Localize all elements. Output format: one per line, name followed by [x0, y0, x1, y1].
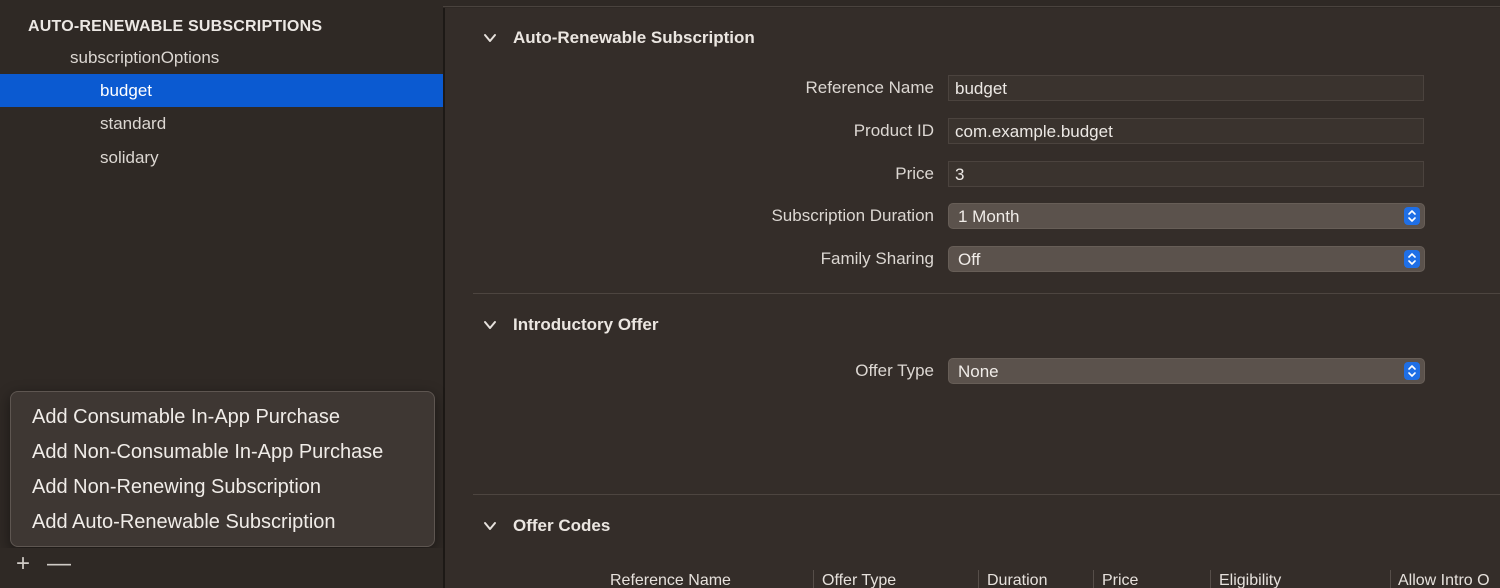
- column-header-allow-intro[interactable]: Allow Intro O: [1398, 572, 1490, 588]
- section-title-introductory-offer: Introductory Offer: [513, 315, 659, 334]
- chevron-down-icon[interactable]: [483, 519, 497, 533]
- product-id-label: Product ID: [853, 121, 934, 140]
- sidebar-item-solidary[interactable]: solidary: [0, 141, 443, 174]
- up-down-chevron-icon: [1404, 207, 1420, 225]
- sidebar-item-budget[interactable]: budget: [0, 74, 443, 107]
- chevron-down-icon[interactable]: [483, 318, 497, 332]
- up-down-chevron-icon: [1404, 362, 1420, 380]
- sidebar-item-standard[interactable]: standard: [0, 107, 443, 140]
- column-header-eligibility[interactable]: Eligibility: [1219, 572, 1281, 588]
- menu-item-add-consumable[interactable]: Add Consumable In-App Purchase: [32, 406, 340, 429]
- section-title-auto-renewable: Auto-Renewable Subscription: [513, 28, 755, 47]
- popup-value: 1 Month: [958, 207, 1020, 226]
- menu-item-add-auto-renewable[interactable]: Add Auto-Renewable Subscription: [32, 511, 336, 534]
- family-sharing-popup[interactable]: Off: [948, 246, 1425, 272]
- column-header-offer-type[interactable]: Offer Type: [822, 572, 896, 588]
- plus-icon[interactable]: +: [11, 550, 35, 578]
- sidebar-item-label: solidary: [100, 148, 159, 167]
- add-item-menu: Add Consumable In-App Purchase Add Non-C…: [10, 391, 435, 547]
- family-sharing-label: Family Sharing: [820, 249, 934, 268]
- popup-value: None: [958, 362, 999, 381]
- section-title-offer-codes: Offer Codes: [513, 516, 611, 535]
- section-separator: [473, 494, 1500, 495]
- menu-item-add-non-consumable[interactable]: Add Non-Consumable In-App Purchase: [32, 441, 383, 464]
- offer-type-popup[interactable]: None: [948, 358, 1425, 384]
- column-separator[interactable]: [1210, 570, 1211, 588]
- product-id-field[interactable]: com.example.budget: [948, 118, 1424, 144]
- section-separator: [473, 293, 1500, 294]
- chevron-down-icon[interactable]: [483, 31, 497, 45]
- column-separator[interactable]: [1093, 570, 1094, 588]
- column-header-reference-name[interactable]: Reference Name: [610, 572, 731, 588]
- reference-name-label: Reference Name: [805, 78, 934, 97]
- offer-type-label: Offer Type: [855, 361, 934, 380]
- menu-item-add-non-renewing[interactable]: Add Non-Renewing Subscription: [32, 476, 321, 499]
- column-header-price[interactable]: Price: [1102, 572, 1138, 588]
- minus-icon[interactable]: —: [47, 550, 71, 578]
- sidebar-item-label: budget: [100, 81, 152, 100]
- price-field[interactable]: 3: [948, 161, 1424, 187]
- sidebar-group-header: AUTO-RENEWABLE SUBSCRIPTIONS: [28, 18, 323, 35]
- subscription-duration-popup[interactable]: 1 Month: [948, 203, 1425, 229]
- offer-codes-table-header: Reference Name Offer Type Duration Price…: [473, 566, 1500, 588]
- price-label: Price: [895, 164, 934, 183]
- up-down-chevron-icon: [1404, 250, 1420, 268]
- sidebar-item-label: standard: [100, 114, 167, 133]
- column-separator[interactable]: [813, 570, 814, 588]
- subscription-duration-label: Subscription Duration: [771, 206, 934, 225]
- popup-value: Off: [958, 250, 981, 269]
- subscription-group-item[interactable]: subscriptionOptions: [70, 48, 219, 68]
- column-header-duration[interactable]: Duration: [987, 572, 1047, 588]
- column-separator[interactable]: [1390, 570, 1391, 588]
- column-separator[interactable]: [978, 570, 979, 588]
- reference-name-field[interactable]: budget: [948, 75, 1424, 101]
